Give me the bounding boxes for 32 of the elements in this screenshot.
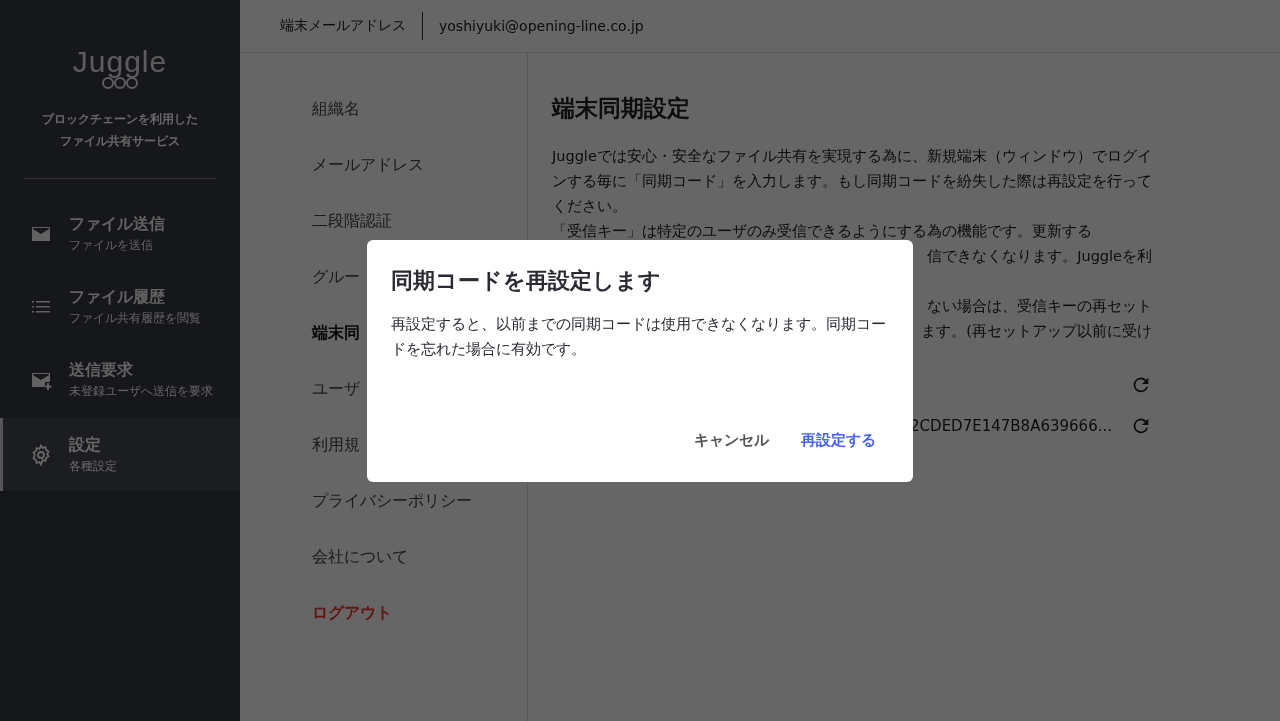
logo-text: Juggle: [72, 48, 168, 76]
reset-button[interactable]: 再設定する: [788, 422, 889, 458]
item-subtitle: 各種設定: [69, 457, 118, 475]
tagline: ファイル共有サービス: [59, 133, 181, 150]
tagline: ブロックチェーンを利用した: [42, 111, 198, 128]
item-title: 送信要求: [69, 360, 134, 381]
settings-menu-item[interactable]: メールアドレス: [312, 153, 527, 177]
sidebar-item[interactable]: 設定 各種設定: [0, 418, 240, 491]
settings-icon: [29, 442, 53, 467]
settings-menu-item[interactable]: 組織名: [312, 97, 527, 121]
dialog-message: 再設定すると、以前までの同期コードは使用できなくなります。同期コードを忘れた場合に有効です。: [391, 313, 887, 360]
dialog-title: 同期コードを再設定します: [391, 266, 662, 295]
settings-menu-item[interactable]: 会社について: [312, 545, 527, 569]
description: ます。(再セットアップ以前に受け: [921, 323, 1152, 339]
page-title: 端末同期設定: [552, 94, 691, 123]
description: ない場合は、受信キーの再セット: [927, 298, 1152, 314]
description: Juggleでは安心・安全なファイル共有を実現する為に、新規端末（ウィンドウ）でログインする毎に「同期コード」を入力します。もし同期コードを紛失した際は再設定を行ってください。: [552, 147, 1152, 216]
description: 「受信キー」は特定のユーザのみ受信できるようにする為の機能です。更新する: [552, 222, 1093, 241]
email-value: yoshiyuki@opening-line.co.jp: [439, 18, 644, 34]
description: 信できなくなります。Juggleを利: [927, 248, 1152, 264]
settings-menu-item[interactable]: 二段階認証: [312, 209, 527, 233]
cancel-button[interactable]: キャンセル: [681, 422, 782, 458]
key-value: 2CDED7E147B8A639666...: [910, 416, 1112, 435]
logout-link[interactable]: ログアウト: [312, 601, 527, 625]
item-title: ファイル送信: [69, 214, 166, 235]
item-subtitle: 未登録ユーザへ送信を要求: [69, 383, 214, 400]
item-title: ファイル履歴: [69, 287, 166, 308]
settings-menu-item[interactable]: プライバシーポリシー: [312, 489, 527, 513]
sidebar-item[interactable]: 送信要求 未登録ユーザへ送信を要求: [0, 355, 240, 405]
item-title: 設定: [69, 434, 102, 456]
loops-icon: [100, 76, 140, 90]
email-label: 端末メールアドレス: [280, 17, 406, 35]
